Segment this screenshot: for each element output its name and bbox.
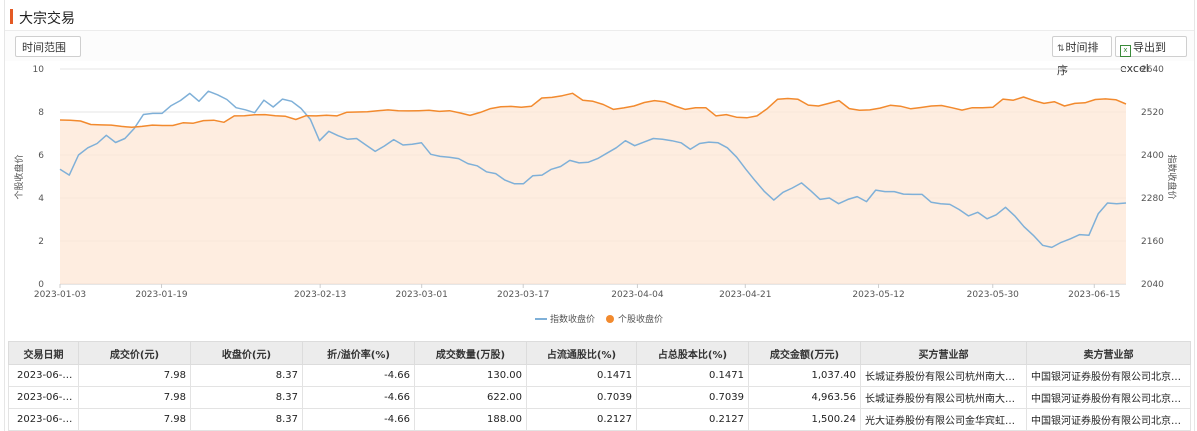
table-cell: 0.2127 xyxy=(636,408,749,431)
x-tick-label: 2023-04-04 xyxy=(611,290,664,300)
table-cell: -4.66 xyxy=(302,386,415,409)
y-right-tick-label: 2400 xyxy=(1141,151,1164,161)
y-left-tick-label: 4 xyxy=(38,194,44,204)
table-cell: 0.2127 xyxy=(526,408,637,431)
table-row: 2023-06-20 7.98 8.37 -4.66 622.00 0.7039 0.703… xyxy=(8,386,1191,409)
table-cell: -4.66 xyxy=(302,408,415,431)
table-cell: 长城证券股份有限公司杭州南大街证券营业部 xyxy=(860,364,1027,387)
table-header-row: 交易日期 成交价(元) 收盘价(元) 折/溢价率(%) 成交数量(万股) 占流通股比(%)… xyxy=(8,341,1191,365)
table-cell: 0.1471 xyxy=(636,364,749,387)
x-tick-label: 2023-05-12 xyxy=(852,290,904,300)
x-tick-label: 2023-03-01 xyxy=(396,290,448,300)
table-cell: 长城证券股份有限公司杭州南大街证券营业部 xyxy=(860,386,1027,409)
column-header[interactable]: 收盘价(元) xyxy=(190,341,303,365)
legend-stock-label: 个股收盘价 xyxy=(618,313,663,325)
table-cell: 7.98 xyxy=(78,386,191,409)
table-cell: 7.98 xyxy=(78,364,191,387)
table-cell: 4,963.56 xyxy=(748,386,861,409)
y-right-tick-label: 2160 xyxy=(1141,237,1164,247)
column-header[interactable]: 折/溢价率(%) xyxy=(302,341,415,365)
column-header[interactable]: 交易日期 xyxy=(8,341,79,365)
x-tick-label: 2023-06-15 xyxy=(1068,290,1120,300)
table-cell: 0.1471 xyxy=(526,364,637,387)
y-left-axis-title: 个股收盘价 xyxy=(13,154,25,199)
y-right-tick-label: 2640 xyxy=(1141,65,1164,75)
column-header[interactable]: 买方营业部 xyxy=(860,341,1027,365)
table-cell: 0.7039 xyxy=(636,386,749,409)
column-header[interactable]: 占总股本比(%) xyxy=(636,341,749,365)
table-cell: 0.7039 xyxy=(526,386,637,409)
y-left-tick-label: 0 xyxy=(38,280,44,290)
column-header[interactable]: 卖方营业部 xyxy=(1026,341,1191,365)
column-header[interactable]: 成交价(元) xyxy=(78,341,191,365)
column-header[interactable]: 占流通股比(%) xyxy=(526,341,637,365)
table-cell: 中国银河证券股份有限公司北京阜成路证券营业部 xyxy=(1026,408,1191,431)
x-tick-label: 2023-03-17 xyxy=(497,290,549,300)
block-trade-table: 交易日期 成交价(元) 收盘价(元) 折/溢价率(%) 成交数量(万股) 占流通股比(%)… xyxy=(8,341,1191,431)
table-cell: 2023-06-20 xyxy=(8,364,79,387)
column-header[interactable]: 成交数量(万股) xyxy=(414,341,527,365)
table-row: 2023-06-20 7.98 8.37 -4.66 188.00 0.2127 0.212… xyxy=(8,408,1191,431)
table-cell: 8.37 xyxy=(190,386,303,409)
table-cell: 光大证券股份有限公司金华宾虹路证券营业部 xyxy=(860,408,1027,431)
y-right-axis-title: 指数收盘价 xyxy=(1166,154,1178,199)
table-cell: 130.00 xyxy=(414,364,527,387)
table-cell: 中国银河证券股份有限公司北京阜成路证券营业部 xyxy=(1026,386,1191,409)
y-right-tick-label: 2520 xyxy=(1141,108,1164,118)
y-right-tick-label: 2040 xyxy=(1141,280,1164,290)
y-left-tick-label: 10 xyxy=(33,65,45,75)
column-header[interactable]: 成交金额(万元) xyxy=(748,341,861,365)
table-row: 2023-06-20 7.98 8.37 -4.66 130.00 0.1471 0.147… xyxy=(8,364,1191,387)
y-left-tick-label: 6 xyxy=(38,151,44,161)
legend-stock-marker xyxy=(606,315,614,323)
table-cell: 622.00 xyxy=(414,386,527,409)
price-chart: 0 2 4 6 8 10 2040 2160 2280 2400 2520 2640 2023-01-0… xyxy=(13,65,1178,325)
table-cell: 8.37 xyxy=(190,364,303,387)
table-cell: 7.98 xyxy=(78,408,191,431)
table-cell: 2023-06-20 xyxy=(8,386,79,409)
x-tick-label: 2023-02-13 xyxy=(294,290,346,300)
x-tick-label: 2023-01-03 xyxy=(34,290,86,300)
x-tick-label: 2023-04-21 xyxy=(719,290,771,300)
table-cell: 中国银河证券股份有限公司北京阜成路证券营业部 xyxy=(1026,364,1191,387)
table-cell: 1,037.40 xyxy=(748,364,861,387)
table-cell: 1,500.24 xyxy=(748,408,861,431)
table-cell: -4.66 xyxy=(302,364,415,387)
table-body: 2023-06-20 7.98 8.37 -4.66 130.00 0.1471 0.147… xyxy=(8,364,1191,431)
table-cell: 8.37 xyxy=(190,408,303,431)
x-tick-label: 2023-01-19 xyxy=(135,290,188,300)
table-cell: 2023-06-20 xyxy=(8,408,79,431)
y-left-tick-label: 8 xyxy=(38,108,44,118)
table-cell: 188.00 xyxy=(414,408,527,431)
x-tick-label: 2023-05-30 xyxy=(967,290,1020,300)
legend-index-label: 指数收盘价 xyxy=(550,313,595,325)
y-left-tick-label: 2 xyxy=(38,237,44,247)
y-right-tick-label: 2280 xyxy=(1141,194,1164,204)
